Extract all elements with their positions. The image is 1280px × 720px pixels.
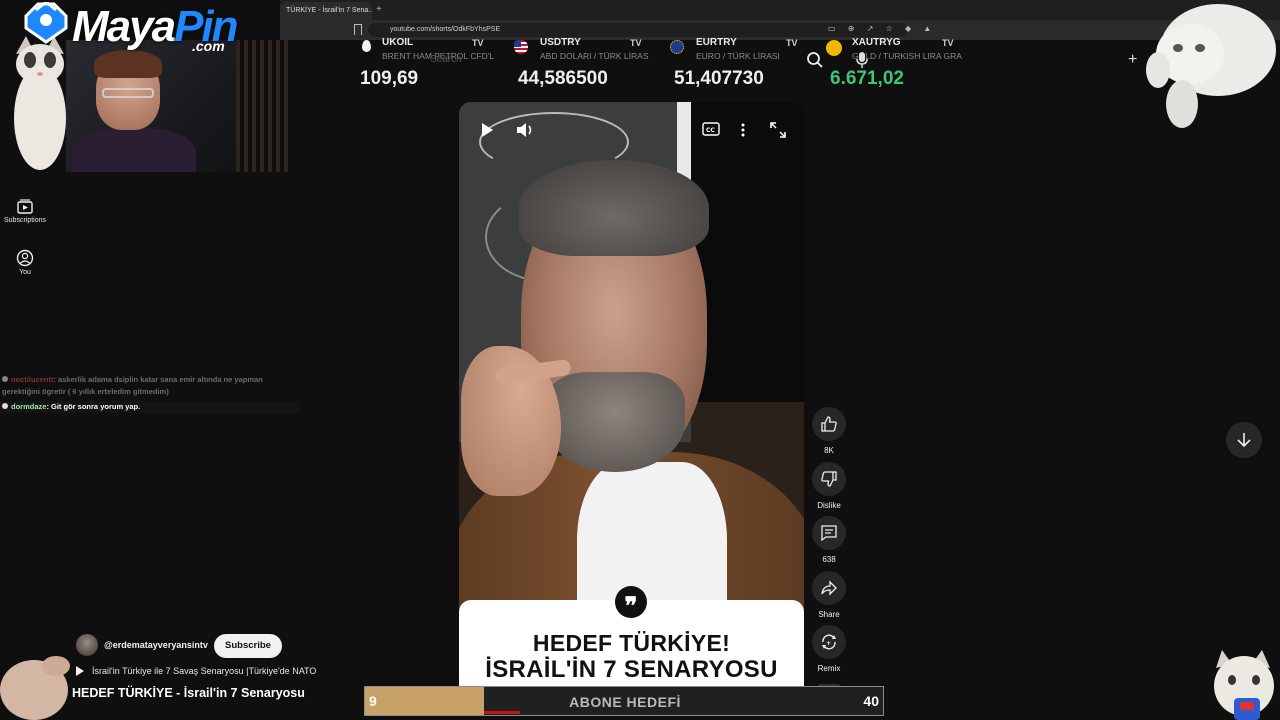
playlist-play-icon[interactable] <box>76 666 84 676</box>
ticker-symbol: EURTRY <box>696 37 737 48</box>
logo-mark-icon <box>24 2 68 44</box>
create-icon[interactable]: + <box>1128 51 1137 69</box>
fullscreen-icon[interactable] <box>770 122 790 138</box>
chat-message: dormdaze: Git gör sonra yorum yap. <box>0 401 300 413</box>
browser-tab-strip: TÜRKİYE - İsrail'in 7 Sena... + <box>280 0 1280 20</box>
new-tab-icon[interactable]: + <box>376 4 382 15</box>
webcam-glasses <box>102 88 154 98</box>
ticker-symbol: XAUTRYG <box>852 37 901 48</box>
oil-drop-icon <box>362 40 371 52</box>
stream-chat: noctilucentt: askerlik adama dsiplin kat… <box>0 374 300 413</box>
chat-text: : Git gör sonra yorum yap. <box>46 402 141 411</box>
svg-text:CC: CC <box>706 127 715 134</box>
hand-sticker <box>0 646 72 720</box>
shorts-video-player[interactable]: CC ❞ HEDEF TÜRKİYE! İSRAİL'İN 7 SENARYOS… <box>459 102 804 714</box>
tradingview-badge: TV <box>472 38 484 48</box>
chat-badge-icon <box>2 376 8 382</box>
video-title: HEDEF TÜRKİYE - İsrail'in 7 Senaryosu <box>72 686 305 700</box>
gold-icon <box>826 40 842 56</box>
ticker-desc: ABD DOLARI / TÜRK LİRAS <box>540 51 649 61</box>
captions-icon[interactable]: CC <box>702 122 722 138</box>
ticker-value: 51,407730 <box>674 68 764 89</box>
comments-button[interactable]: 638 <box>811 516 847 564</box>
like-button[interactable]: 8K <box>811 407 847 455</box>
remix-label: Remix <box>817 664 841 673</box>
share-button[interactable]: Share <box>811 571 847 619</box>
address-bar[interactable]: youtube.com/shorts/OdkFbYhsPSE <box>368 23 908 37</box>
ticker-symbol: USDTRY <box>540 37 581 48</box>
like-count: 8K <box>824 446 834 455</box>
caption-line: İSRAİL'İN 7 SENARYOSU <box>485 656 778 683</box>
ticker-symbol: UKOIL <box>382 37 414 48</box>
cat-sticker-bottom-right <box>1208 648 1280 720</box>
mayapin-logo: MayaPin .com <box>16 0 246 56</box>
chat-username: dormdaze <box>11 402 47 411</box>
ticker-value: 109,69 <box>360 68 419 89</box>
remix-button[interactable]: + Remix <box>811 625 847 673</box>
subscriptions-icon <box>16 197 34 215</box>
next-video-button[interactable] <box>1226 422 1262 458</box>
ticker-value: 44,586500 <box>518 68 608 89</box>
you-icon <box>16 249 34 267</box>
dislike-label: Dislike <box>817 501 841 510</box>
search-icon[interactable] <box>806 51 824 69</box>
sidebar-item-subscriptions[interactable]: Subscriptions <box>0 197 50 224</box>
arrow-down-icon <box>1237 433 1251 448</box>
caption-line: HEDEF TÜRKİYE! <box>532 630 731 656</box>
subscribe-button[interactable]: Subscribe <box>214 634 282 658</box>
thumbs-up-icon <box>812 407 846 441</box>
video-person-hair <box>519 160 709 256</box>
sidebar-item-label: Subscriptions <box>3 217 47 224</box>
play-icon[interactable] <box>479 122 499 138</box>
related-video-link[interactable]: İsrail'in Türkiye ile 7 Savaş Senaryosu … <box>92 666 316 676</box>
ticker-item: USDTRY TV ABD DOLARI / TÜRK LİRAS 44,586… <box>514 36 674 92</box>
share-label: Share <box>818 610 840 619</box>
comment-count: 638 <box>822 555 836 564</box>
thumbs-down-icon <box>812 462 846 496</box>
address-bar-icons[interactable]: ▭ ⊕ ↗ ☆ ◆ ▲ <box>828 24 936 33</box>
subscriber-goal-bar: 9 ABONE HEDEFİ 40 <box>364 686 884 716</box>
logo-suffix: .com <box>192 38 225 54</box>
quote-icon: ❞ <box>615 586 647 620</box>
remix-icon: + <box>812 625 846 659</box>
cat-sticker-right <box>1138 0 1280 132</box>
svg-text:+: + <box>826 640 831 647</box>
us-flag-icon <box>514 40 528 54</box>
tradingview-badge: TV <box>942 38 954 48</box>
chat-badge-icon <box>2 403 8 409</box>
video-background <box>691 102 804 402</box>
chat-username: noctilucentt <box>11 375 54 384</box>
ticker-value: 6.671,02 <box>830 68 904 89</box>
channel-avatar[interactable] <box>76 634 98 656</box>
volume-icon[interactable] <box>516 122 536 138</box>
sidebar-item-you[interactable]: You <box>0 249 50 276</box>
comment-icon <box>812 516 846 550</box>
sidebar-item-label: You <box>19 269 31 276</box>
streamer-webcam <box>66 40 290 172</box>
channel-handle[interactable]: @erdematayveryansintv <box>104 640 208 650</box>
webcam-person-body <box>72 128 196 172</box>
goal-label: ABONE HEDEFİ <box>569 694 681 710</box>
share-icon <box>812 571 846 605</box>
microphone-icon[interactable] <box>855 51 869 69</box>
video-person-beard <box>545 372 685 472</box>
dislike-button[interactable]: Dislike <box>811 462 847 510</box>
tradingview-badge: TV <box>630 38 642 48</box>
bookmark-icon[interactable] <box>354 24 362 35</box>
ticker-item: XAUTRYG TV GOLD / TURKISH LIRA GRA 6.671… <box>826 36 986 92</box>
chat-message: noctilucentt: askerlik adama dsiplin kat… <box>0 374 300 398</box>
eu-flag-icon <box>670 40 684 54</box>
goal-progress-marker <box>484 711 520 714</box>
webcam-background <box>236 40 290 172</box>
tradingview-badge: TV <box>786 38 798 48</box>
search-input[interactable]: Search <box>430 54 462 65</box>
more-options-icon[interactable] <box>740 122 760 138</box>
ticker-desc: EURO / TÜRK LİRASI <box>696 51 780 61</box>
goal-end-value: 40 <box>863 693 879 709</box>
browser-tab[interactable]: TÜRKİYE - İsrail'in 7 Sena... <box>280 2 372 20</box>
